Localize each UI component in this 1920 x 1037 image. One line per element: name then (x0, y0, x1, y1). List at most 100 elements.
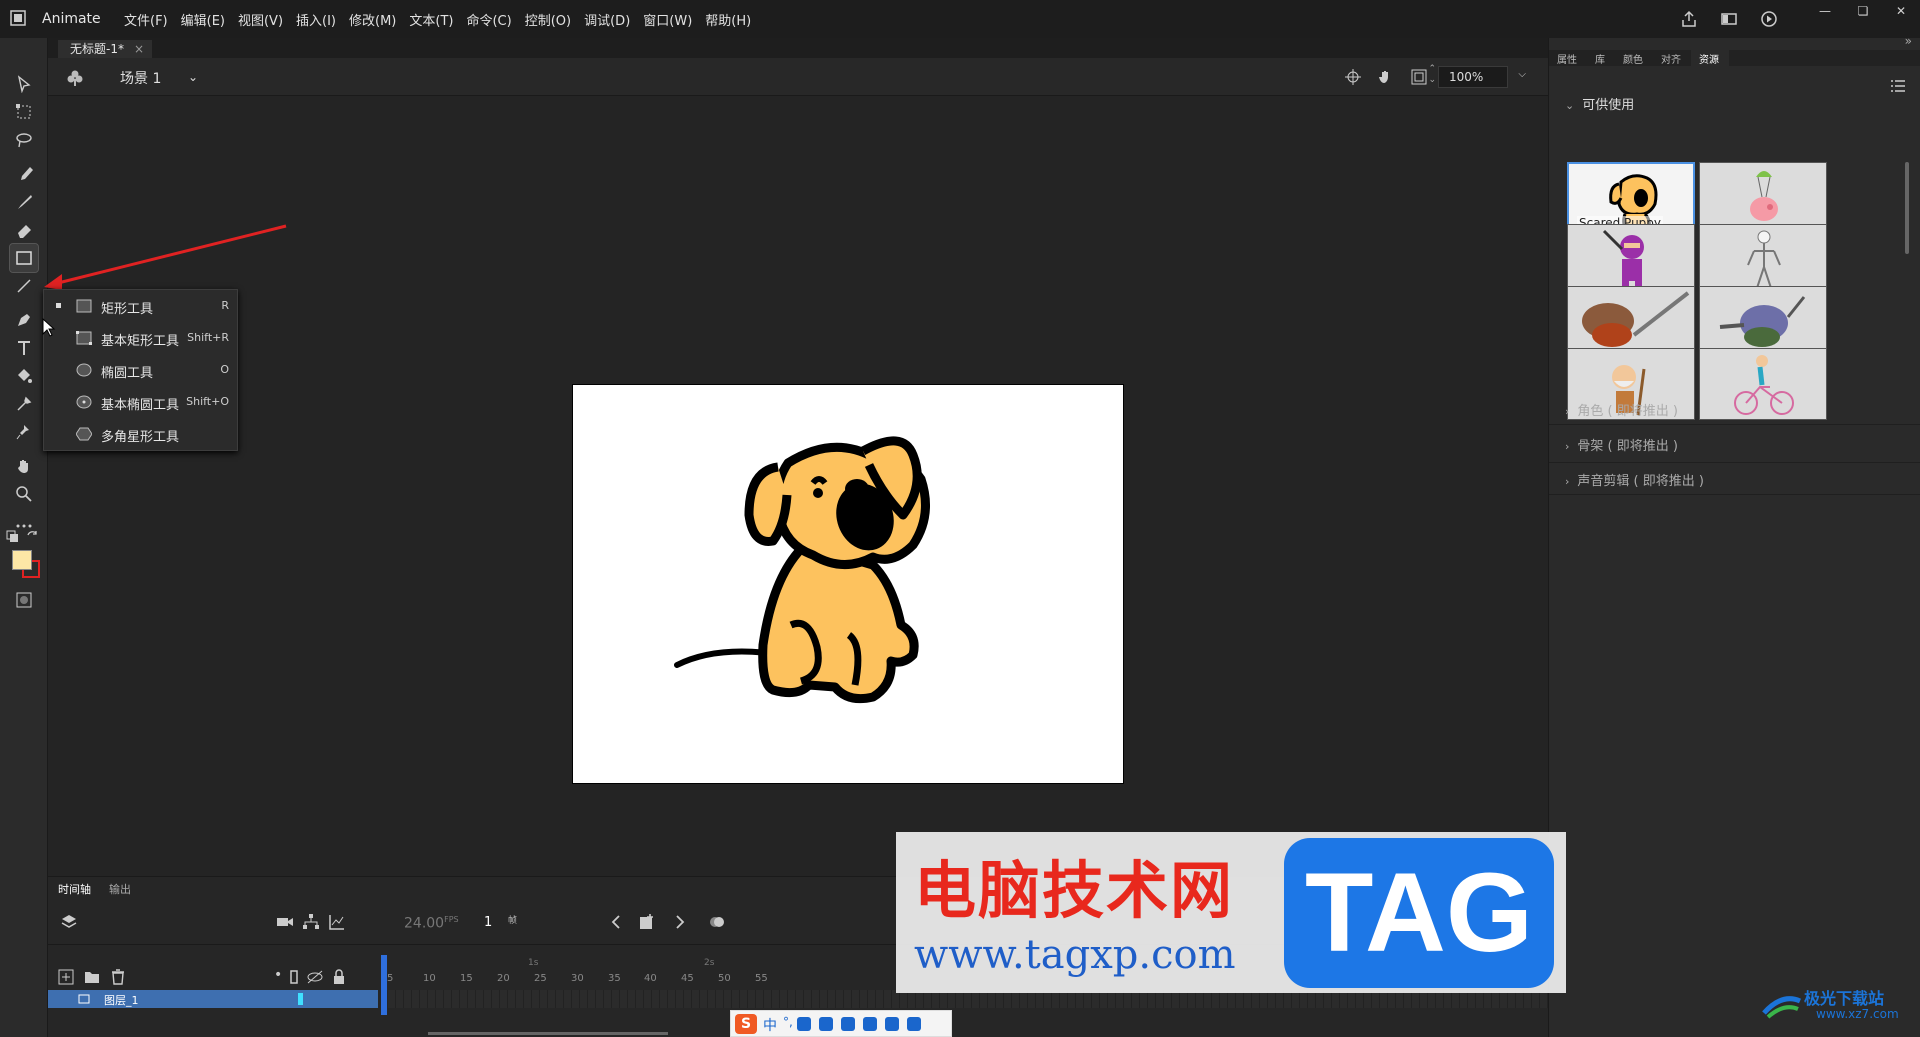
outline-toggle-icon[interactable] (288, 969, 300, 985)
delete-layer-icon[interactable] (110, 969, 126, 985)
hand-tool[interactable] (10, 452, 38, 480)
flyout-polystar-tool[interactable]: 多角星形工具 (44, 418, 239, 450)
apps-icon[interactable] (885, 1017, 899, 1031)
tab-properties[interactable]: 属性 (1549, 50, 1587, 66)
lasso-tool[interactable] (10, 126, 38, 154)
swap-colors[interactable] (26, 530, 40, 544)
skin-icon[interactable] (841, 1017, 855, 1031)
flyout-oval-tool[interactable]: 椭圆工具 O (44, 354, 239, 386)
object-drawing-toggle[interactable] (10, 586, 38, 614)
section-characters[interactable]: › 角色 ( 即将推出 ) (1565, 400, 1678, 419)
lock-icon[interactable] (332, 969, 346, 985)
insert-keyframe-icon[interactable] (638, 913, 656, 931)
default-colors[interactable] (6, 530, 20, 544)
minimize-icon[interactable]: — (1806, 0, 1844, 22)
menu-edit[interactable]: 编辑(E) (181, 10, 225, 29)
paint-bucket-tool[interactable] (10, 362, 38, 390)
keyboard-icon[interactable] (819, 1017, 833, 1031)
prev-keyframe-icon[interactable] (608, 913, 624, 931)
menu-insert[interactable]: 插入(I) (296, 10, 336, 29)
zoom-input[interactable]: 100% (1438, 66, 1508, 88)
new-layer-icon[interactable] (58, 969, 74, 985)
playhead[interactable] (381, 955, 387, 1015)
stage-canvas[interactable] (572, 384, 1124, 784)
chevron-down-icon[interactable]: ⌄ (188, 70, 198, 84)
tab-assets[interactable]: 资源 (1691, 50, 1729, 66)
restore-icon[interactable]: ❏ (1844, 0, 1882, 22)
onion-skin-icon[interactable] (708, 913, 726, 931)
close-tab-icon[interactable]: × (134, 42, 144, 56)
layer-name[interactable]: 图层_1 (104, 992, 139, 1008)
new-folder-icon[interactable] (84, 969, 100, 985)
current-frame[interactable]: 1 (484, 915, 492, 930)
brush-tool[interactable] (10, 188, 38, 216)
section-rigs[interactable]: › 骨架 ( 即将推出 ) (1565, 435, 1678, 454)
tab-library[interactable]: 库 (1587, 50, 1615, 66)
workspace-icon[interactable] (9, 8, 29, 28)
section-sound-clips[interactable]: › 声音剪辑 ( 即将推出 ) (1565, 470, 1704, 489)
rectangle-tool[interactable] (9, 243, 39, 273)
zoom-stepper-icon[interactable]: ⌃ ⌄ (1428, 64, 1436, 86)
pen-tool[interactable] (10, 306, 38, 334)
eraser-tool[interactable] (10, 216, 38, 244)
test-movie-icon[interactable] (1760, 10, 1778, 28)
flyout-primitive-rectangle-tool[interactable]: 基本矩形工具 Shift+R (44, 322, 239, 354)
fps-display[interactable]: 24.00FPS (404, 915, 459, 932)
clip-stage-icon[interactable] (1410, 68, 1428, 86)
selection-tool[interactable] (10, 70, 38, 98)
zoom-tool[interactable] (10, 480, 38, 508)
hide-layer-icon[interactable] (306, 969, 324, 985)
layer-row[interactable]: 图层_1 (48, 990, 378, 1008)
tab-output[interactable]: 输出 (109, 883, 131, 896)
scene-clubs-icon[interactable] (66, 69, 84, 87)
menu-help[interactable]: 帮助(H) (705, 10, 751, 29)
menu-window[interactable]: 窗口(W) (643, 10, 692, 29)
panel-menu-icon[interactable] (1890, 78, 1906, 94)
paint-brush-tool[interactable] (10, 160, 38, 188)
line-tool[interactable] (10, 272, 38, 300)
share-icon[interactable] (1680, 10, 1698, 28)
section-available[interactable]: ⌄ 可供使用 (1565, 94, 1634, 113)
menu-control[interactable]: 控制(O) (525, 10, 571, 29)
assets-scrollbar[interactable] (1905, 162, 1909, 254)
scared-puppy-illustration[interactable] (573, 385, 1125, 785)
menu-file[interactable]: 文件(F) (124, 10, 168, 29)
menu-modify[interactable]: 修改(M) (349, 10, 396, 29)
scene-label[interactable]: 场景 1 (120, 68, 161, 88)
free-transform-tool[interactable] (10, 98, 38, 126)
sogou-logo-icon[interactable]: S (735, 1014, 757, 1034)
camera-icon[interactable] (276, 913, 294, 931)
parenting-icon[interactable] (302, 913, 320, 931)
tab-timeline[interactable]: 时间轴 (58, 883, 91, 896)
microphone-icon[interactable] (797, 1017, 811, 1031)
ime-mode[interactable]: 中 (763, 1015, 777, 1035)
timeline-scrollbar[interactable] (428, 1032, 668, 1035)
rotate-stage-icon[interactable] (1377, 68, 1395, 86)
tab-color[interactable]: 颜色 (1615, 50, 1653, 66)
tab-align[interactable]: 对齐 (1653, 50, 1691, 66)
menu-text[interactable]: 文本(T) (409, 10, 453, 29)
center-stage-icon[interactable] (1344, 68, 1362, 86)
next-keyframe-icon[interactable] (672, 913, 688, 931)
flyout-rectangle-tool[interactable]: 矩形工具 R (44, 290, 239, 322)
menu-view[interactable]: 视图(V) (238, 10, 283, 29)
layout-icon[interactable] (1720, 10, 1738, 28)
layers-icon[interactable] (60, 913, 78, 931)
asset-thumb[interactable] (1699, 348, 1827, 420)
pin-tool[interactable] (10, 418, 38, 446)
zoom-dropdown-icon[interactable]: ⌵ (1518, 69, 1526, 80)
game-icon[interactable] (863, 1017, 877, 1031)
collapse-panel-icon[interactable]: » (1905, 34, 1912, 48)
graph-icon[interactable] (328, 913, 346, 931)
eyedropper-tool[interactable] (10, 390, 38, 418)
highlight-dot-icon[interactable]: • (274, 967, 282, 983)
flyout-primitive-oval-tool[interactable]: 基本椭圆工具 Shift+O (44, 386, 239, 418)
document-tab[interactable]: 无标题-1* × (58, 40, 153, 58)
close-icon[interactable]: ✕ (1882, 0, 1920, 22)
settings-icon[interactable] (907, 1017, 921, 1031)
menu-commands[interactable]: 命令(C) (466, 10, 511, 29)
menu-debug[interactable]: 调试(D) (584, 10, 630, 29)
fill-color-swatch[interactable] (12, 550, 32, 570)
punctuation-icon[interactable]: °, (783, 1016, 793, 1031)
text-tool[interactable] (10, 334, 38, 362)
